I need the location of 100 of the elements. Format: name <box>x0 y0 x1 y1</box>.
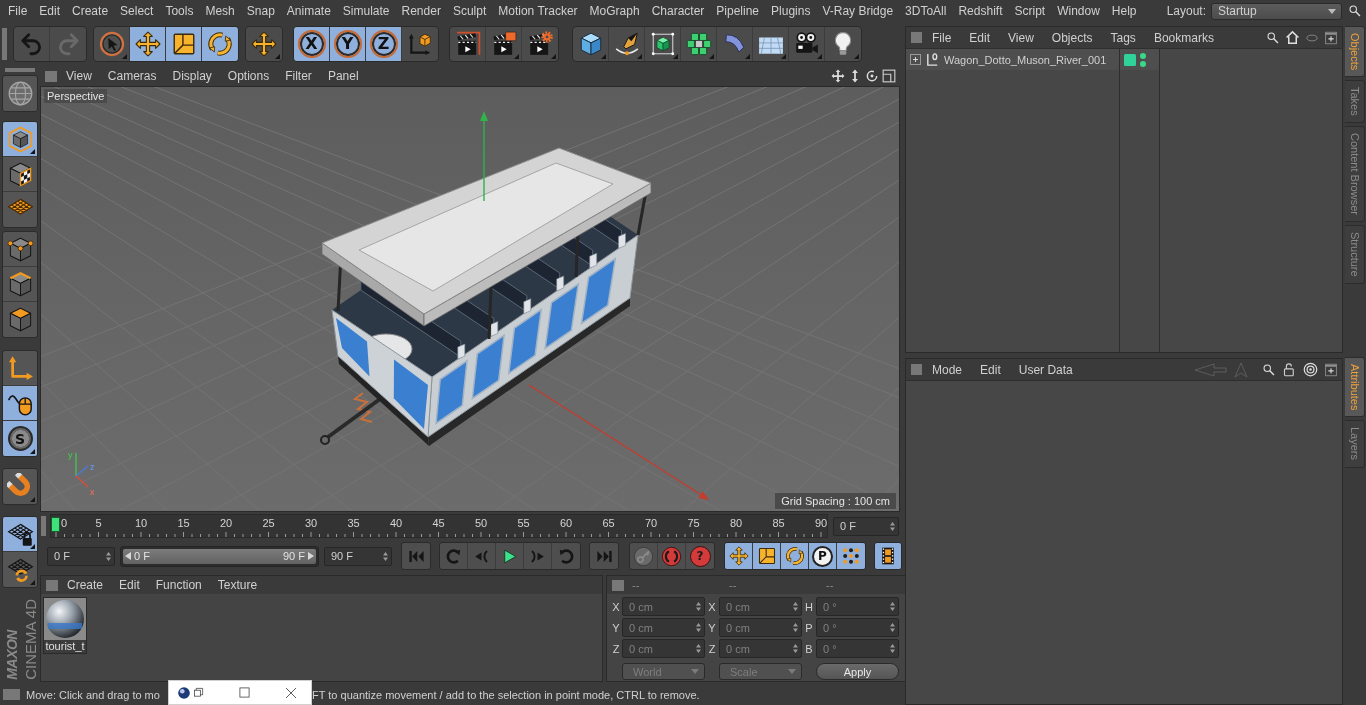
app-logo-icon[interactable] <box>177 685 191 700</box>
menu-item[interactable]: MoGraph <box>583 3 646 19</box>
menu-item[interactable]: Objects <box>1043 29 1101 46</box>
frame-field[interactable]: 0 F <box>47 546 115 566</box>
target-icon[interactable] <box>1303 362 1318 377</box>
playhead-marker[interactable] <box>51 517 60 532</box>
menu-item[interactable]: Pipeline <box>710 3 766 19</box>
frame-field[interactable]: 0 F <box>833 516 899 536</box>
grip-handle[interactable] <box>2 28 7 60</box>
visibility-dot-icon[interactable] <box>1140 52 1146 59</box>
menu-item[interactable]: Edit <box>961 29 999 46</box>
menu-item[interactable]: Edit <box>33 3 67 19</box>
menu-item[interactable]: Function <box>148 577 209 593</box>
menu-item[interactable]: Filter <box>278 68 319 84</box>
timeline-button[interactable] <box>875 543 901 569</box>
frame-field[interactable]: 90 F <box>324 546 392 566</box>
close-icon[interactable] <box>285 686 297 699</box>
panel-layout-icon[interactable] <box>882 69 896 83</box>
menu-item[interactable]: Motion Tracker <box>492 3 584 19</box>
move-view-icon[interactable] <box>831 69 845 83</box>
material-item[interactable]: tourist_t <box>43 597 87 654</box>
rotate-icon <box>784 546 805 566</box>
menu-item[interactable]: 3DToAll <box>899 3 953 19</box>
menu-item[interactable]: Plugins <box>765 3 817 19</box>
grip-handle[interactable] <box>3 689 20 700</box>
object-row[interactable]: Wagon_Dotto_Muson_River_001 <box>906 49 1120 70</box>
menu-item[interactable]: Edit <box>972 361 1009 378</box>
grip-handle[interactable] <box>612 579 624 591</box>
axis-lock-button[interactable]: Z <box>366 27 402 61</box>
grip-handle[interactable] <box>911 364 922 375</box>
tool-button[interactable] <box>130 27 166 61</box>
timeline-ruler[interactable]: 0 5 10 15 20 25 30 35 40 45 50 55 60 65 70 75 80 85 90 <box>50 514 828 538</box>
menu-item[interactable]: File <box>924 29 960 46</box>
axis-lock-button[interactable]: Y <box>330 27 366 61</box>
grip-handle[interactable] <box>45 70 57 82</box>
menu-item[interactable]: Tags <box>1102 29 1144 46</box>
menu-item[interactable]: Character <box>645 3 711 19</box>
menu-item[interactable]: Render <box>395 3 447 19</box>
grip-handle[interactable] <box>41 516 46 536</box>
new-panel-icon[interactable] <box>1324 30 1338 45</box>
tool-button[interactable] <box>725 543 753 569</box>
menu-item[interactable]: Texture <box>210 577 265 593</box>
logo-product: CINEMA 4D <box>21 599 39 680</box>
menu-item[interactable]: Script <box>1008 3 1052 19</box>
home-icon[interactable] <box>1285 30 1300 45</box>
parameter-button[interactable]: P <box>809 543 837 569</box>
tool-button[interactable] <box>781 543 809 569</box>
menu-item[interactable]: Window <box>1051 3 1106 19</box>
tool-button[interactable] <box>753 543 781 569</box>
grip-handle[interactable] <box>911 32 922 43</box>
tool-button[interactable] <box>3 386 37 421</box>
grid-rotate-icon <box>6 556 34 583</box>
object-name[interactable]: Wagon_Dotto_Muson_River_001 <box>944 53 1107 66</box>
frame-range-slider[interactable]: 0 F 90 F <box>123 548 316 564</box>
menu-item[interactable]: Create <box>66 3 115 19</box>
menu-item[interactable]: V-Ray Bridge <box>816 3 900 19</box>
range-end-value: 90 F <box>283 550 305 562</box>
maximize-icon[interactable] <box>239 687 250 698</box>
viewport-canvas[interactable]: Perspective y z x Grid Spacing : 100 cm <box>40 86 900 512</box>
menu-item[interactable]: Help <box>1105 3 1143 19</box>
menu-item[interactable]: Sculpt <box>446 3 493 19</box>
search-icon[interactable] <box>1266 30 1280 45</box>
grip-handle[interactable] <box>5 68 35 72</box>
menu-item[interactable]: Mesh <box>199 3 241 19</box>
expand-toggle-icon[interactable] <box>910 54 921 65</box>
new-panel-icon[interactable] <box>1324 362 1338 377</box>
menu-item[interactable]: Tools <box>159 3 200 19</box>
clapperboard-gear-icon <box>527 31 553 57</box>
frame-number: 90 <box>814 517 828 529</box>
menu-item[interactable]: Cameras <box>100 68 164 84</box>
menu-item[interactable]: View <box>1000 29 1042 46</box>
menu-item[interactable]: Animate <box>280 3 337 19</box>
grip-handle[interactable] <box>46 579 58 591</box>
lock-open-icon[interactable] <box>1282 362 1297 377</box>
layout-dropdown[interactable]: Startup <box>1211 2 1342 20</box>
menu-item[interactable]: View <box>59 68 99 84</box>
menu-item[interactable]: User Data <box>1010 361 1081 378</box>
menu-item[interactable]: Mode <box>924 361 971 378</box>
tool-button[interactable] <box>3 517 37 552</box>
tool-button[interactable] <box>3 122 37 157</box>
menu-item[interactable]: Options <box>220 68 277 84</box>
menu-item[interactable]: Bookmarks <box>1145 29 1222 46</box>
solo-button[interactable]: S <box>3 421 37 456</box>
menu-item[interactable]: File <box>2 3 34 19</box>
orbit-icon[interactable] <box>865 69 879 83</box>
restore-icon[interactable] <box>193 687 204 698</box>
menu-item[interactable]: Edit <box>112 577 147 593</box>
axis-lock-button[interactable]: X <box>294 27 330 61</box>
menu-item[interactable]: Snap <box>240 3 281 19</box>
menu-item[interactable]: Redshift <box>952 3 1009 19</box>
visibility-dot-icon[interactable] <box>1140 60 1146 67</box>
menu-item[interactable]: Panel <box>320 68 366 84</box>
menu-item[interactable]: Create <box>60 577 111 593</box>
search-icon[interactable] <box>1348 4 1362 18</box>
menu-item[interactable]: Display <box>165 68 219 84</box>
tool-button[interactable] <box>837 543 865 569</box>
search-icon[interactable] <box>1262 362 1276 377</box>
tool-button[interactable] <box>166 27 202 61</box>
menu-item[interactable]: Select <box>114 3 160 19</box>
menu-item[interactable]: Simulate <box>336 3 396 19</box>
